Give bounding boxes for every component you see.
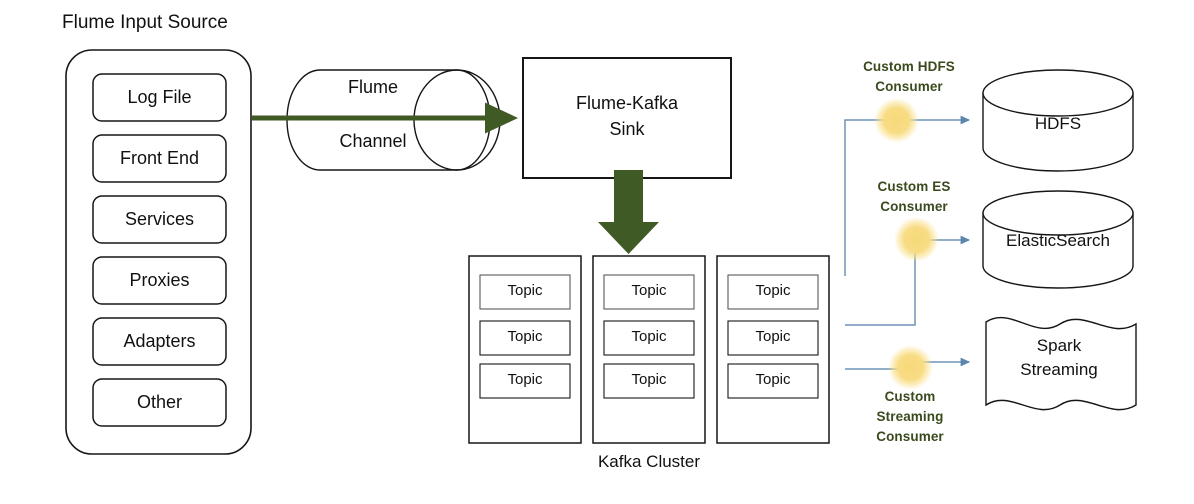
elasticsearch-label: ElasticSearch	[1006, 231, 1110, 250]
topic-label: Topic	[755, 282, 791, 299]
topic-label: Topic	[631, 282, 667, 299]
flume-channel-label-line1: Flume	[347, 77, 398, 97]
page-title: Flume Input Source	[62, 12, 228, 33]
topic-label: Topic	[755, 371, 791, 388]
source-label-log-file: Log File	[127, 87, 192, 107]
kafka-cluster-label: Kafka Cluster	[597, 452, 701, 471]
source-label-other: Other	[136, 392, 183, 412]
source-label-front-end: Front End	[119, 148, 200, 168]
consumer-marker-hdfs[interactable]	[874, 98, 919, 143]
flume-kafka-sink-label-line1: Flume-Kafka	[575, 93, 679, 113]
source-label-services: Services	[124, 209, 195, 229]
source-label-adapters: Adapters	[123, 331, 196, 351]
topic-label: Topic	[507, 371, 543, 388]
consumer-label-es-line2: Consumer	[880, 199, 948, 214]
source-label-proxies: Proxies	[129, 270, 190, 290]
topic-label: Topic	[507, 282, 543, 299]
topic-label: Topic	[507, 328, 543, 345]
consumer-marker-es[interactable]	[894, 217, 939, 262]
topic-label: Topic	[755, 328, 791, 345]
consumer-label-hdfs-line2: Consumer	[875, 79, 943, 94]
consumer-label-streaming-line3: Consumer	[876, 429, 944, 444]
flume-channel-label-line2: Channel	[339, 131, 407, 151]
consumer-label-es-line1: Custom ES	[877, 179, 951, 194]
spark-streaming-label-line2: Streaming	[1020, 360, 1098, 379]
flume-kafka-sink-box[interactable]	[522, 57, 732, 179]
topic-label: Topic	[631, 328, 667, 345]
diagram-shapes	[65, 49, 1137, 455]
topic-label: Topic	[631, 371, 667, 388]
flow-arrow-sink-to-kafka	[598, 170, 659, 254]
diagram-canvas: Flume Input Source Log File Front End Se…	[0, 0, 1194, 504]
spark-streaming-label-line1: Spark	[1036, 336, 1082, 355]
consumer-label-streaming-line2: Streaming	[876, 409, 944, 424]
consumer-label-streaming-line1: Custom	[884, 389, 936, 404]
flume-kafka-sink-label-line2: Sink	[609, 119, 645, 139]
hdfs-label: HDFS	[1034, 114, 1082, 133]
consumer-marker-streaming[interactable]	[888, 345, 933, 390]
consumer-label-hdfs-line1: Custom HDFS	[863, 59, 955, 74]
